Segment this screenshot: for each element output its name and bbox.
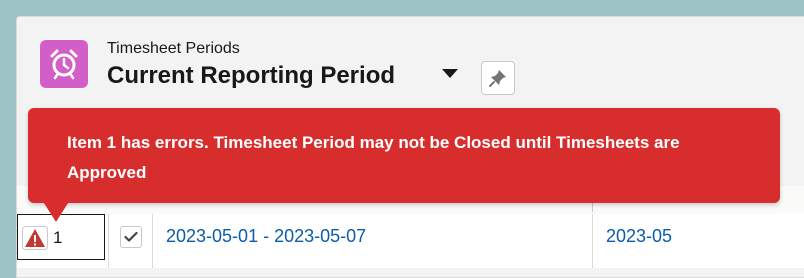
object-label: Timesheet Periods [107, 40, 240, 57]
error-message: Item 1 has errors. Timesheet Period may … [67, 133, 680, 182]
period-month-link[interactable]: 2023-05 [606, 226, 672, 247]
list-view-title[interactable]: Current Reporting Period [107, 62, 395, 90]
row-select-checkbox[interactable] [120, 226, 142, 248]
pin-list-view-button[interactable] [481, 61, 515, 95]
timesheet-period-link[interactable]: 2023-05-01 - 2023-05-07 [166, 226, 366, 247]
warning-icon[interactable] [22, 226, 48, 255]
error-popover-arrow [42, 200, 70, 222]
checkmark-icon [124, 231, 138, 242]
pin-icon [489, 70, 506, 87]
cell-divider [152, 214, 153, 268]
row-number: 1 [53, 228, 63, 247]
cell-divider [108, 214, 109, 268]
list-view-caret-icon[interactable] [440, 66, 460, 85]
alarm-clock-icon [40, 40, 88, 88]
cell-divider [592, 214, 593, 268]
